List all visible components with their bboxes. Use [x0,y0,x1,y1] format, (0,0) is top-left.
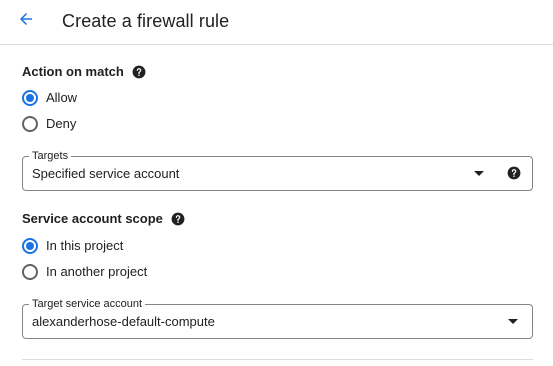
page-title: Create a firewall rule [62,11,230,31]
target-service-account-legend: Target service account [29,297,146,311]
radio-in-another-project[interactable]: In another project [22,263,147,281]
targets-legend: Targets [29,149,72,163]
radio-in-this-project-label: In this project [46,238,124,253]
help-icon[interactable] [507,166,521,180]
radio-button-in-another-project[interactable] [22,264,38,280]
radio-button-allow[interactable] [22,90,38,106]
service-account-scope-label: Service account scope [22,211,185,227]
help-icon[interactable] [171,212,185,226]
radio-deny-label: Deny [46,116,77,131]
arrow-back-icon [17,10,35,33]
radio-button-in-this-project[interactable] [22,238,38,254]
back-button[interactable] [12,7,40,35]
action-on-match-label: Action on match [22,64,146,80]
page-header: Create a firewall rule [0,0,553,45]
radio-button-deny[interactable] [22,116,38,132]
targets-value: Specified service account [32,166,180,181]
target-service-account-select[interactable]: Target service account alexanderhose-def… [22,297,533,339]
section-divider [22,359,533,360]
radio-deny[interactable]: Deny [22,115,76,133]
arrow-drop-down-icon[interactable] [474,171,484,176]
radio-allow[interactable]: Allow [22,89,77,107]
radio-allow-label: Allow [46,90,78,105]
radio-in-another-project-label: In another project [46,264,148,279]
help-icon[interactable] [132,65,146,79]
action-on-match-label-text: Action on match [22,64,124,79]
target-service-account-value: alexanderhose-default-compute [32,314,215,329]
arrow-drop-down-icon[interactable] [508,319,518,324]
service-account-scope-label-text: Service account scope [22,211,163,226]
radio-in-this-project[interactable]: In this project [22,237,123,255]
targets-select[interactable]: Targets Specified service account [22,149,533,191]
